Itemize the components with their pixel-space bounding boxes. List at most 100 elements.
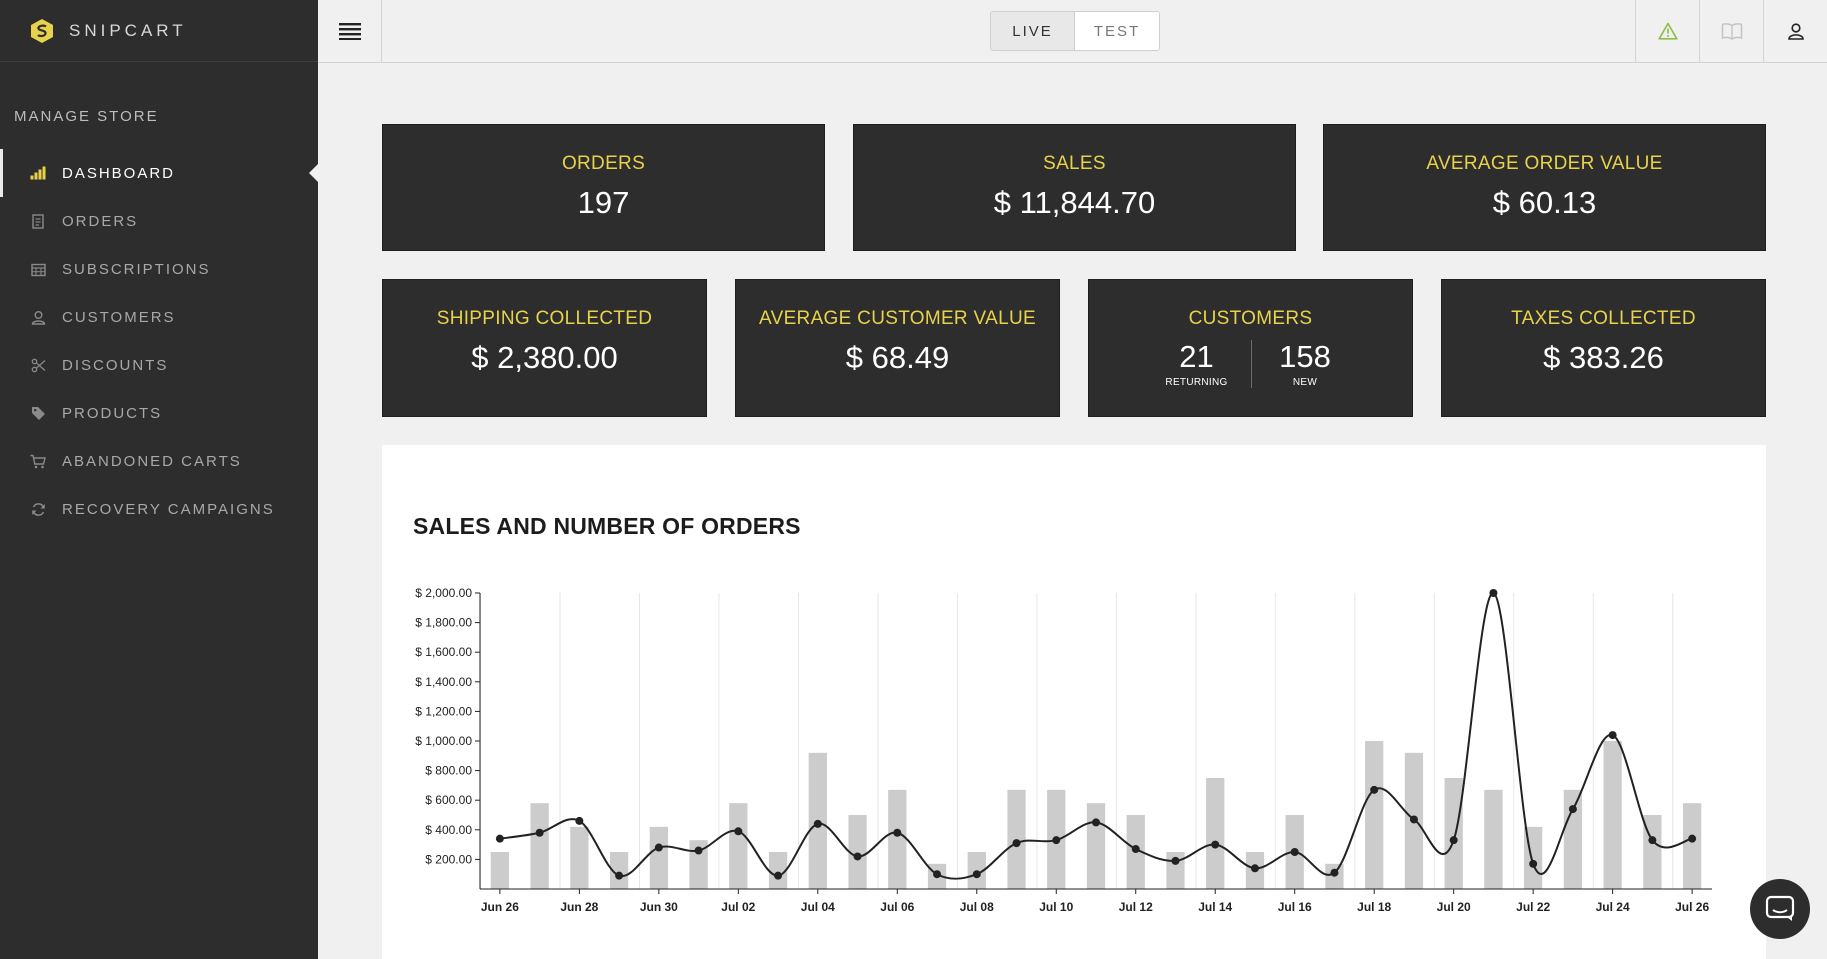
hamburger-icon	[338, 23, 361, 40]
bar	[530, 803, 549, 889]
live-mode-button[interactable]: LIVE	[991, 12, 1075, 50]
sidebar-item-abandoned-carts[interactable]: ABANDONED CARTS	[0, 437, 318, 485]
data-point	[1409, 815, 1418, 824]
receipt-icon	[30, 213, 46, 229]
x-tick-label: Jul 12	[1119, 900, 1153, 914]
x-tick-label: Jun 28	[560, 900, 598, 914]
data-point	[1012, 839, 1021, 848]
bar	[490, 852, 510, 889]
y-tick-label: $ 1,200.00	[415, 704, 472, 718]
x-tick-label: Jun 26	[481, 900, 519, 914]
x-tick-label: Jul 18	[1357, 900, 1391, 914]
top-bar: LIVE TEST	[318, 0, 1827, 63]
bar	[848, 815, 867, 889]
x-tick-label: Jul 04	[801, 900, 835, 914]
data-point	[1290, 848, 1299, 856]
new-customers: 158 NEW	[1250, 340, 1359, 388]
returning-count: 21	[1179, 339, 1214, 374]
data-point	[1529, 859, 1538, 868]
data-point	[774, 871, 783, 880]
bar	[1563, 789, 1583, 889]
sidebar-item-label: ORDERS	[62, 212, 139, 230]
data-point	[734, 827, 743, 836]
sidebar-item-label: DISCOUNTS	[62, 356, 169, 374]
x-tick-label: Jul 24	[1596, 900, 1630, 914]
section-title: MANAGE STORE	[14, 108, 159, 125]
calendar-icon	[30, 261, 46, 277]
aov-label: AVERAGE ORDER VALUE	[1426, 153, 1663, 174]
sidebar-item-recovery-campaigns[interactable]: RECOVERY CAMPAIGNS	[0, 485, 318, 533]
sidebar-item-label: PRODUCTS	[62, 404, 163, 422]
customers-breakdown: 21 RETURNING 158 NEW	[1089, 340, 1412, 388]
returning-customers: 21 RETURNING	[1143, 339, 1251, 389]
customers-card: CUSTOMERS 21 RETURNING 158 NEW	[1088, 279, 1413, 417]
data-point	[1052, 836, 1061, 845]
sidebar-nav: DASHBOARD ORDERS SUBSCRIPTIONS CUSTOMERS…	[0, 149, 318, 533]
bar	[729, 803, 748, 889]
acv-label: AVERAGE CUSTOMER VALUE	[759, 308, 1036, 329]
data-point	[1131, 845, 1140, 854]
chat-icon	[1765, 895, 1795, 921]
cart-icon	[30, 453, 46, 469]
sales-card: SALES $ 11,844.70	[853, 124, 1296, 251]
sidebar-item-customers[interactable]: CUSTOMERS	[0, 293, 318, 341]
data-point	[1489, 589, 1498, 597]
taxes-label: TAXES COLLECTED	[1511, 308, 1696, 329]
alerts-button[interactable]	[1635, 0, 1699, 62]
x-tick-label: Jul 06	[880, 900, 914, 914]
y-tick-label: $ 1,000.00	[415, 734, 472, 748]
chat-button[interactable]	[1750, 879, 1810, 939]
average-customer-value-card: AVERAGE CUSTOMER VALUE $ 68.49	[735, 279, 1060, 417]
y-tick-label: $ 2,000.00	[415, 586, 472, 600]
test-mode-button[interactable]: TEST	[1075, 12, 1159, 50]
account-button[interactable]	[1763, 0, 1827, 62]
snipcart-logo-icon	[31, 18, 53, 43]
bar	[1444, 778, 1463, 889]
orders-label: ORDERS	[561, 153, 646, 174]
sidebar-item-dashboard[interactable]: DASHBOARD	[0, 149, 318, 197]
warning-icon	[1657, 22, 1678, 40]
data-point	[1330, 868, 1339, 877]
sales-value: $ 11,844.70	[993, 185, 1156, 220]
menu-button[interactable]	[318, 0, 382, 62]
sidebar: SNIPCART MANAGE STORE DASHBOARD ORDERS S…	[0, 0, 318, 959]
sales-chart-panel: $ 200.00 $ 400.00 $ 600.00 $ 800.00 $ 1,000.…	[382, 445, 1766, 959]
y-tick-label: $ 1,800.00	[415, 616, 472, 630]
sidebar-item-label: SUBSCRIPTIONS	[62, 260, 211, 278]
logo[interactable]: SNIPCART	[0, 0, 318, 62]
x-tick-label: Jul 20	[1437, 900, 1471, 914]
x-tick-label: Jul 08	[960, 900, 994, 914]
sidebar-item-discounts[interactable]: DISCOUNTS	[0, 341, 318, 389]
bar	[570, 826, 589, 889]
data-point	[694, 846, 703, 855]
x-tick-label: Jun 30	[640, 900, 678, 914]
data-point	[813, 819, 822, 828]
acv-value: $ 68.49	[845, 340, 950, 375]
y-tick-label: $ 1,400.00	[415, 675, 472, 689]
aov-value: $ 60.13	[1492, 185, 1597, 220]
data-point	[615, 871, 624, 880]
refresh-icon	[30, 501, 46, 517]
sidebar-item-orders[interactable]: ORDERS	[0, 197, 318, 245]
customers-label: CUSTOMERS	[1188, 308, 1313, 329]
data-point	[1648, 836, 1657, 845]
data-point	[1171, 856, 1180, 865]
x-tick-label: Jul 26	[1675, 900, 1709, 914]
data-point	[1688, 834, 1697, 843]
sidebar-item-products[interactable]: PRODUCTS	[0, 389, 318, 437]
docs-button[interactable]	[1699, 0, 1763, 62]
shipping-value: $ 2,380.00	[471, 340, 618, 375]
sidebar-item-subscriptions[interactable]: SUBSCRIPTIONS	[0, 245, 318, 293]
new-label: NEW	[1292, 377, 1318, 388]
data-point	[933, 870, 942, 879]
data-point	[1449, 836, 1458, 845]
data-point	[575, 816, 584, 825]
data-point	[535, 828, 544, 837]
x-tick-label: Jul 10	[1039, 900, 1073, 914]
taxes-collected-card: TAXES COLLECTED $ 383.26	[1441, 279, 1766, 417]
x-tick-label: Jul 22	[1516, 900, 1550, 914]
bar	[1206, 778, 1225, 889]
data-point	[1250, 864, 1259, 873]
scissors-icon	[30, 357, 46, 373]
data-point	[853, 852, 862, 861]
